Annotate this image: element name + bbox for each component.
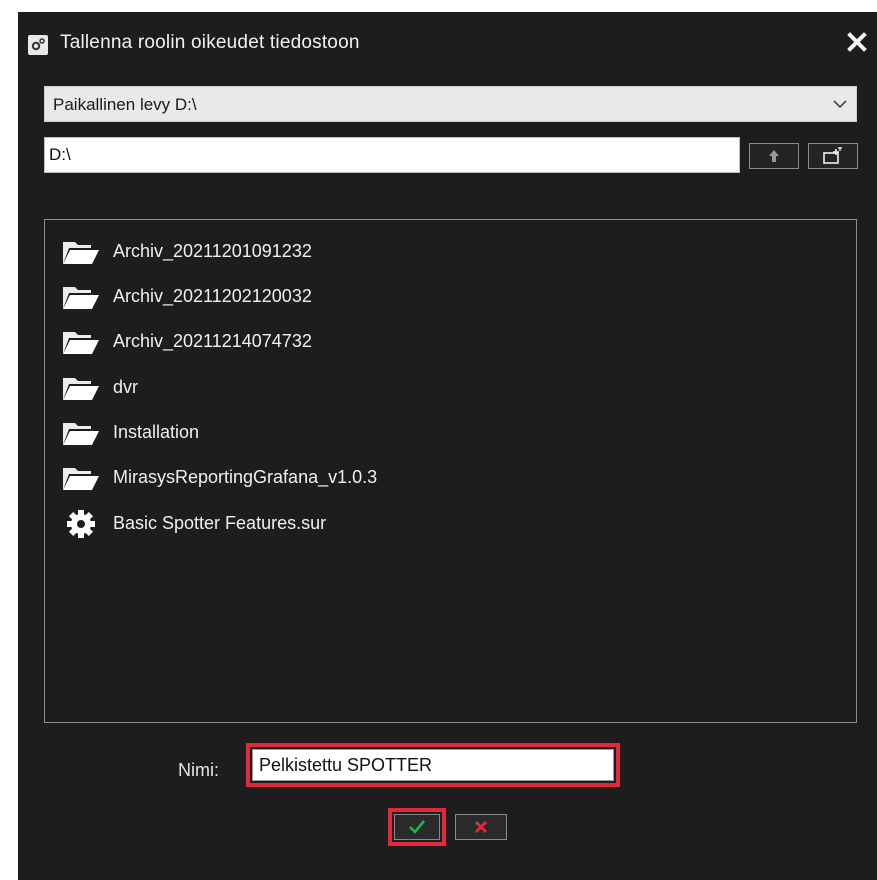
list-item[interactable]: Basic Spotter Features.sur (61, 506, 841, 542)
list-item[interactable]: MirasysReportingGrafana_v1.0.3 (61, 460, 841, 496)
file-name: Archiv_20211202120032 (113, 286, 312, 306)
file-list[interactable]: Archiv_20211201091232 Archiv_20211202120… (44, 219, 857, 723)
file-name: Archiv_20211214074732 (113, 331, 312, 351)
file-name: Installation (113, 422, 200, 442)
path-input[interactable] (44, 137, 740, 173)
dialog-title: Tallenna roolin oikeudet tiedostoon (60, 32, 360, 53)
file-name: Basic Spotter Features.sur (113, 513, 327, 533)
list-item[interactable]: Archiv_20211202120032 (61, 279, 841, 315)
gear-icon (61, 510, 101, 538)
new-folder-button[interactable] (808, 143, 858, 169)
settings-gears-icon (28, 35, 48, 55)
up-folder-button[interactable] (749, 143, 799, 169)
folder-icon (61, 238, 101, 266)
drive-selected-value: Paikallinen levy D:\ (53, 95, 197, 114)
close-icon[interactable] (845, 30, 869, 54)
folder-icon (61, 374, 101, 402)
list-item[interactable]: dvr (61, 370, 841, 406)
list-item[interactable]: Archiv_20211214074732 (61, 324, 841, 360)
drive-dropdown[interactable]: Paikallinen levy D:\ (44, 86, 857, 122)
folder-icon (61, 328, 101, 356)
name-label: Nimi: (178, 760, 219, 780)
file-name: Archiv_20211201091232 (113, 241, 312, 261)
cancel-button[interactable] (455, 814, 507, 840)
name-input[interactable] (252, 749, 614, 781)
ok-button[interactable] (394, 814, 440, 840)
chevron-down-icon (832, 97, 848, 116)
folder-icon (61, 464, 101, 492)
folder-icon (61, 419, 101, 447)
folder-icon (61, 283, 101, 311)
file-name: MirasysReportingGrafana_v1.0.3 (113, 467, 378, 487)
list-item[interactable]: Installation (61, 415, 841, 451)
save-role-permissions-dialog: Tallenna roolin oikeudet tiedostoon Paik… (18, 12, 877, 880)
list-item[interactable]: Archiv_20211201091232 (61, 234, 841, 270)
file-name: dvr (113, 377, 139, 397)
title-bar: Tallenna roolin oikeudet tiedostoon (18, 12, 877, 72)
